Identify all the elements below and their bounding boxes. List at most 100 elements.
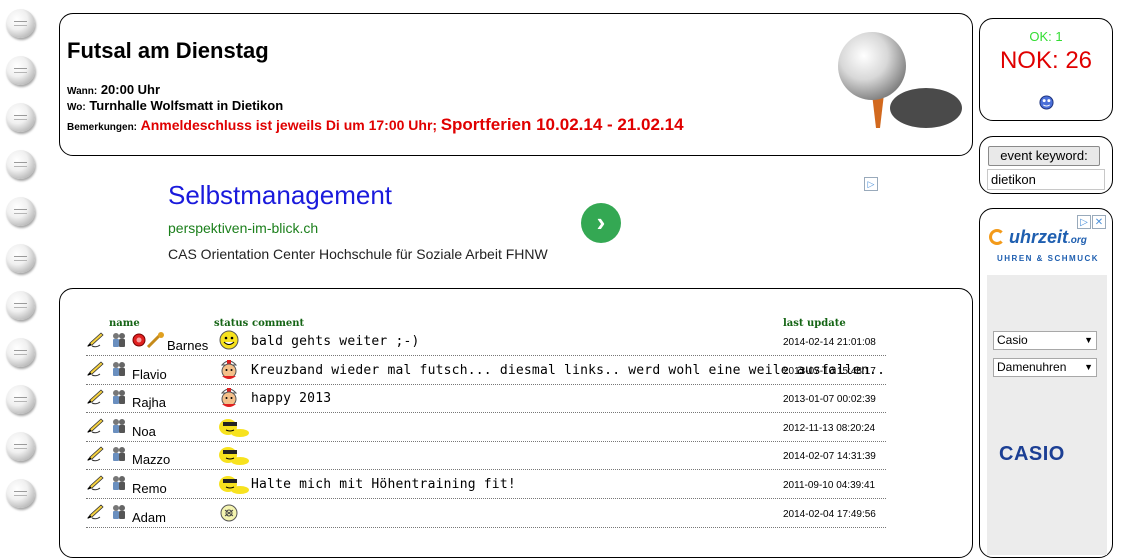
keyword-panel: event keyword: dietikon bbox=[979, 136, 1113, 194]
table-row: Adam 2014-02-04 17:49:56 bbox=[86, 500, 886, 528]
nurse-face-icon bbox=[216, 386, 250, 410]
edit-entry-icon[interactable] bbox=[86, 504, 106, 520]
sleeping-face-icon bbox=[216, 415, 250, 439]
chevron-down-icon: ▼ bbox=[1084, 335, 1093, 345]
remarks-highlight: Sportferien 10.02.14 - 21.02.14 bbox=[440, 115, 684, 134]
people-icon[interactable] bbox=[110, 417, 128, 435]
golf-ball-icon bbox=[6, 338, 35, 367]
ad-go-button[interactable]: › bbox=[581, 203, 621, 243]
side-ad-brand: uhrzeit.org bbox=[1009, 227, 1087, 248]
table-row: Noa 2012-11-13 08:20:24 bbox=[86, 414, 886, 442]
people-icon[interactable] bbox=[110, 388, 128, 406]
ad-description: CAS Orientation Center Hochschule für So… bbox=[168, 246, 548, 262]
table-row: Barnes bald gehts weiter ;-) 2014-02-14 21… bbox=[86, 328, 886, 356]
adchoices-icon[interactable]: ▷ bbox=[864, 177, 878, 191]
participant-name: Noa bbox=[132, 423, 156, 439]
where-value: Turnhalle Wolfsmatt in Dietikon bbox=[89, 98, 284, 113]
ball-face-icon bbox=[216, 501, 250, 525]
people-icon[interactable] bbox=[110, 360, 128, 378]
golf-ball-icon bbox=[6, 479, 35, 508]
brand-select-value: Casio bbox=[997, 333, 1028, 347]
participant-comment: bald gehts weiter ;-) bbox=[251, 334, 420, 349]
golf-ball-icon bbox=[6, 56, 35, 85]
table-row: Mazzo 2014-02-07 14:31:39 bbox=[86, 442, 886, 471]
badge-icons bbox=[132, 332, 168, 349]
edit-entry-icon[interactable] bbox=[86, 418, 106, 434]
event-where: Wo: Turnhalle Wolfsmatt in Dietikon bbox=[67, 98, 283, 113]
edit-entry-icon[interactable] bbox=[86, 446, 106, 462]
people-icon[interactable] bbox=[110, 445, 128, 463]
category-select-value: Damenuhren bbox=[997, 360, 1067, 374]
brand-select[interactable]: Casio ▼ bbox=[993, 331, 1097, 350]
participant-name: Flavio bbox=[132, 366, 167, 382]
participants-panel: name status comment last update Barnes ba… bbox=[59, 288, 973, 558]
golf-ball-icon bbox=[6, 385, 35, 414]
remarks-label: Bemerkungen: bbox=[67, 122, 138, 133]
participant-last-update: 2013-01-07 00:02:39 bbox=[783, 394, 876, 406]
participant-comment: happy 2013 bbox=[251, 391, 332, 407]
event-header-panel: Futsal am Dienstag Wann: 20:00 Uhr Wo: T… bbox=[59, 13, 973, 156]
participant-last-update: 2014-02-04 17:49:56 bbox=[783, 508, 876, 520]
ok-count: OK: 1 bbox=[1029, 29, 1063, 44]
edit-entry-icon[interactable] bbox=[86, 389, 106, 405]
participant-last-update: 2014-02-14 21:01:08 bbox=[783, 337, 876, 348]
category-select[interactable]: Damenuhren ▼ bbox=[993, 358, 1097, 377]
nok-count: NOK: 26 bbox=[999, 47, 1093, 74]
nurse-face-icon bbox=[216, 358, 250, 382]
event-remarks: Bemerkungen: Anmeldeschluss ist jeweils … bbox=[67, 115, 684, 135]
edit-entry-icon[interactable] bbox=[86, 332, 106, 348]
when-label: Wann: bbox=[67, 86, 98, 97]
table-row: Remo Halte mich mit Höhentraining fit! 201… bbox=[86, 471, 886, 499]
participant-name: Mazzo bbox=[132, 452, 171, 468]
ad-title[interactable]: Selbstmanagement bbox=[168, 180, 392, 211]
edit-entry-icon[interactable] bbox=[86, 361, 106, 377]
adchoices-icon[interactable]: ▷ bbox=[1077, 215, 1091, 229]
golf-ball-icon bbox=[6, 432, 35, 461]
close-icon[interactable]: ✕ bbox=[1092, 215, 1106, 229]
participant-name: Remo bbox=[132, 481, 167, 496]
event-when: Wann: 20:00 Uhr bbox=[67, 82, 160, 97]
side-ad[interactable]: uhrzeit.org UHREN & SCHMUCK ▷ ✕ Casio ▼ … bbox=[987, 215, 1107, 555]
brand-name: uhrzeit bbox=[1009, 227, 1069, 247]
participant-name: Barnes bbox=[167, 338, 209, 353]
participant-last-update: 2011-09-10 04:39:41 bbox=[783, 480, 876, 491]
when-value: 20:00 Uhr bbox=[100, 82, 161, 97]
side-ad-header: uhrzeit.org UHREN & SCHMUCK ▷ ✕ bbox=[987, 215, 1107, 275]
table-row: Rajha happy 2013 2013-01-07 00:02:39 bbox=[86, 385, 886, 414]
participant-comment: Halte mich mit Höhentraining fit! bbox=[251, 477, 516, 492]
participant-last-update: 2012-11-13 08:20:24 bbox=[783, 422, 876, 434]
people-icon[interactable] bbox=[110, 331, 128, 349]
sleeping-face-icon bbox=[216, 443, 250, 467]
stats-panel: OK: 1 NOK: 26 bbox=[979, 18, 1113, 121]
participant-name: Adam bbox=[132, 509, 166, 525]
uhrzeit-logo-icon bbox=[989, 229, 1005, 245]
chevron-down-icon: ▼ bbox=[1084, 362, 1093, 372]
blue-smiley-icon bbox=[1039, 95, 1054, 110]
golf-ball-on-tee-icon bbox=[838, 32, 962, 128]
golf-ball-icon bbox=[6, 244, 35, 273]
people-icon[interactable] bbox=[110, 503, 128, 521]
side-ad-panel: uhrzeit.org UHREN & SCHMUCK ▷ ✕ Casio ▼ … bbox=[979, 208, 1113, 558]
brand-suffix: .org bbox=[1068, 235, 1087, 246]
people-icon[interactable] bbox=[110, 474, 128, 492]
participant-last-update: 2013-07-10 15:48:17 bbox=[783, 365, 876, 377]
edit-entry-icon[interactable] bbox=[86, 475, 106, 491]
event-keyword-input[interactable]: dietikon bbox=[987, 169, 1105, 190]
golf-ball-icon bbox=[6, 9, 35, 38]
side-ad-tagline: UHREN & SCHMUCK bbox=[997, 254, 1100, 263]
participant-name: Rajha bbox=[132, 395, 166, 411]
golf-ball-icon bbox=[6, 291, 35, 320]
golf-ball-icon bbox=[6, 103, 35, 132]
event-keyword-button[interactable]: event keyword: bbox=[988, 146, 1100, 166]
casio-logo[interactable]: CASIO bbox=[999, 443, 1065, 466]
golf-ball-icon bbox=[6, 150, 35, 179]
golf-ball-icon bbox=[6, 197, 35, 226]
remarks-value: Anmeldeschluss ist jeweils Di um 17:00 U… bbox=[140, 117, 438, 133]
participant-last-update: 2014-02-07 14:31:39 bbox=[783, 451, 876, 463]
ad-url[interactable]: perspektiven-im-blick.ch bbox=[168, 220, 318, 236]
where-label: Wo: bbox=[67, 102, 86, 113]
ad-banner[interactable]: Selbstmanagement perspektiven-im-blick.c… bbox=[160, 176, 880, 268]
sleeping-face-icon bbox=[216, 472, 250, 496]
happy-face-icon bbox=[216, 329, 250, 353]
table-row: Flavio Kreuzband wieder mal futsch... die… bbox=[86, 357, 886, 385]
